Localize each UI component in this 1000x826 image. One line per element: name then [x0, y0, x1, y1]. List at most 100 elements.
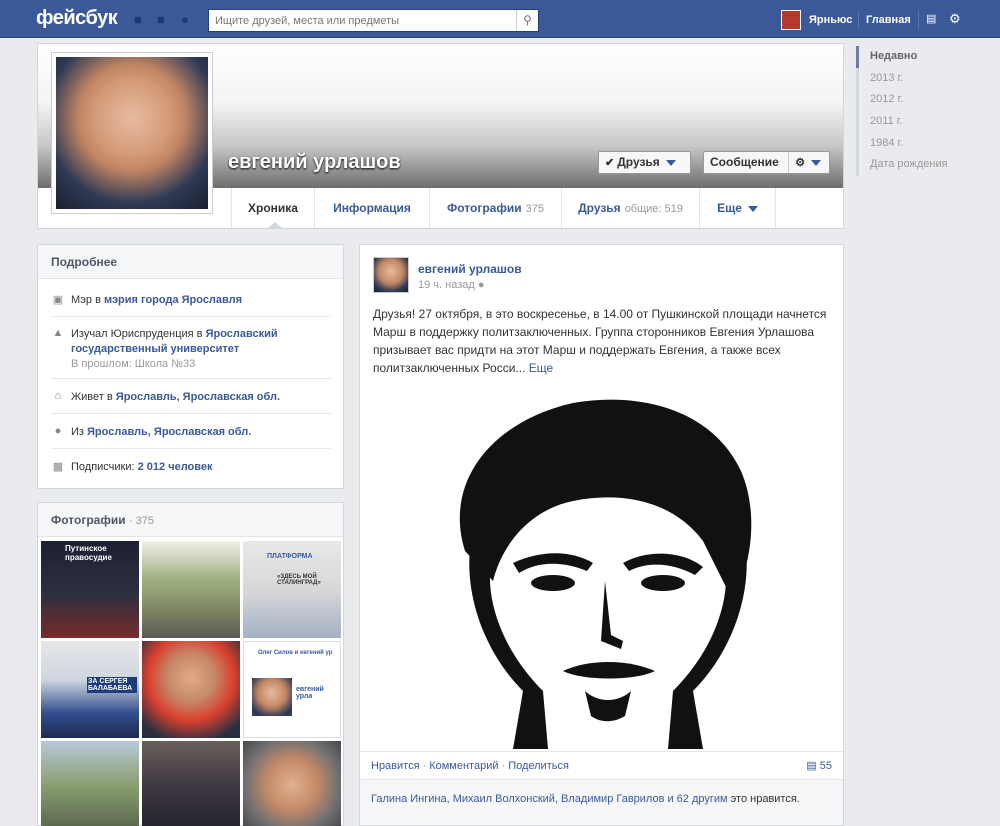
user-name-link[interactable]: Ярньюс — [809, 14, 852, 26]
post-image[interactable] — [373, 391, 833, 749]
gear-icon[interactable]: ⚙ — [949, 11, 961, 27]
search-icon[interactable]: ⚲ — [516, 10, 538, 31]
scrubber-item-2011[interactable]: 2011 г. — [856, 111, 966, 133]
likes-suffix: это нравится. — [730, 793, 800, 805]
like-link[interactable]: Нравится — [371, 760, 420, 772]
topbar-divider — [918, 11, 919, 29]
thumb-caption: Путинское правосудие — [65, 544, 112, 562]
messages-icon[interactable]: ■ — [157, 12, 173, 27]
comment-bubble-icon: ▤ — [806, 760, 817, 772]
profile-picture[interactable] — [51, 52, 213, 214]
post-timestamp: 19 ч. назад ● — [418, 279, 485, 291]
tab-timeline[interactable]: Хроника — [231, 188, 315, 228]
comment-count[interactable]: ▤ 55 — [806, 752, 832, 780]
comment-link[interactable]: Комментарий — [429, 760, 498, 772]
lives-prefix: Живет в — [71, 391, 116, 403]
photo-thumb[interactable]: ЗА СЕРГЕЯ БАЛАБАЕВА — [41, 641, 139, 738]
user-avatar[interactable] — [781, 10, 801, 30]
post-actions-bar: Нравится · Комментарий · Поделиться ▤ 55 — [360, 751, 843, 779]
message-button[interactable]: Сообщение ⚙ — [703, 151, 830, 174]
friends-button[interactable]: ✔ Друзья — [598, 151, 691, 174]
thumb-caption: Олег Силов и евгений ур — [258, 650, 333, 656]
chevron-down-icon — [665, 159, 676, 166]
tab-more[interactable]: Еще — [700, 188, 776, 228]
chevron-down-icon[interactable] — [811, 159, 822, 166]
friend-requests-icon[interactable]: ■ — [134, 12, 150, 27]
timeline-post: евгений урлашов 19 ч. назад ● Друзья! 27… — [359, 244, 844, 826]
gear-icon[interactable]: ⚙ — [795, 157, 805, 169]
about-from: ● Из Ярославль, Ярославская обл. — [51, 425, 331, 449]
photo-thumb[interactable] — [142, 641, 240, 738]
scrubber-item-2012[interactable]: 2012 г. — [856, 89, 966, 112]
tab-photos[interactable]: Фотографии 375 — [430, 188, 562, 228]
scrubber-item-birth[interactable]: Дата рождения — [856, 154, 966, 177]
from-prefix: Из — [71, 426, 88, 438]
comment-count-value: 55 — [819, 760, 832, 772]
see-more-link[interactable]: Еще — [529, 361, 553, 375]
home-link[interactable]: Главная — [866, 14, 911, 26]
edu-prefix: Изучал Юриспруденция в — [71, 328, 206, 340]
tab-photos-count: 375 — [525, 203, 544, 215]
lives-link[interactable]: Ярославль, Ярославская обл. — [116, 391, 280, 403]
check-icon: ✔ — [605, 157, 615, 169]
tab-info[interactable]: Информация — [315, 188, 430, 228]
tab-friends-count: общие: 519 — [624, 203, 683, 215]
photo-thumb[interactable] — [142, 541, 240, 638]
topbar-divider — [858, 11, 859, 29]
share-link[interactable]: Поделиться — [508, 760, 569, 772]
photo-thumb[interactable] — [41, 741, 139, 826]
about-subscribers: ▩ Подписчики: 2 012 человек — [51, 460, 331, 480]
from-link[interactable]: Ярославль, Ярославская обл. — [87, 426, 251, 438]
thumb-avatar — [252, 678, 292, 716]
house-icon: ⌂ — [54, 390, 62, 402]
subs-prefix: Подписчики: — [71, 461, 138, 473]
chevron-down-icon — [747, 205, 758, 212]
photo-thumb[interactable]: Путинское правосудие — [41, 541, 139, 638]
photo-thumb[interactable] — [142, 741, 240, 826]
privacy-lock-icon[interactable]: ▤ — [926, 12, 936, 25]
notifications-globe-icon[interactable]: ● — [181, 12, 197, 27]
photo-thumb[interactable]: ПЛАТФОРМА «ЗДЕСЬ МОЙ СТАЛИНГРАД» — [243, 541, 341, 638]
rss-icon: ▩ — [52, 461, 64, 473]
photo-thumb[interactable]: Олег Силов и евгений ур евгений урла — [243, 641, 341, 738]
thumb-caption: ПЛАТФОРМА — [267, 553, 313, 560]
likers-link[interactable]: Галина Ингина, Михаил Волхонский, Владим… — [371, 793, 728, 805]
photo-thumb[interactable] — [243, 741, 341, 826]
work-link[interactable]: мэрия города Ярославля — [104, 294, 242, 306]
tab-friends[interactable]: Друзья общие: 519 — [562, 188, 700, 228]
globe-icon: ● — [477, 279, 485, 291]
photos-box: Фотографии · 375 Путинское правосудие ПЛ… — [37, 502, 344, 826]
search-box: ⚲ — [208, 9, 539, 32]
briefcase-icon: ▣ — [52, 294, 64, 306]
timeline-scrubber: Недавно 2013 г. 2012 г. 2011 г. 1984 г. … — [856, 46, 966, 177]
subs-link[interactable]: 2 012 человек — [138, 461, 213, 473]
post-likes-summary: Галина Ингина, Михаил Волхонский, Владим… — [360, 779, 843, 825]
tab-more-label: Еще — [717, 201, 742, 215]
tab-friends-label: Друзья — [578, 201, 621, 215]
scrubber-item-2013[interactable]: 2013 г. — [856, 67, 966, 90]
post-time-text[interactable]: 19 ч. назад — [418, 279, 475, 291]
top-bar: фейсбук ■ ■ ● ⚲ Ярньюс Главная ▤ ⚙ — [0, 0, 1000, 38]
separator: · — [501, 760, 506, 772]
friends-button-label: Друзья — [617, 155, 660, 169]
thumb-caption: ЗА СЕРГЕЯ БАЛАБАЕВА — [87, 677, 137, 693]
message-button-label: Сообщение — [710, 155, 779, 169]
location-pin-icon: ● — [54, 425, 62, 437]
tab-photos-label: Фотографии — [447, 201, 522, 215]
post-author-link[interactable]: евгений урлашов — [418, 262, 522, 276]
separator: · — [422, 760, 427, 772]
search-input[interactable] — [209, 10, 509, 31]
scrubber-item-1984[interactable]: 1984 г. — [856, 132, 966, 155]
profile-name[interactable]: евгений урлашов — [228, 151, 401, 174]
scrubber-item-recent[interactable]: Недавно — [856, 46, 966, 68]
about-title: Подробнее — [38, 245, 343, 279]
edu-past: В прошлом: Школа №33 — [71, 358, 196, 370]
work-prefix: Мэр в — [71, 294, 104, 306]
post-author-avatar[interactable] — [373, 257, 409, 293]
facebook-logo[interactable]: фейсбук — [36, 7, 118, 30]
about-education: ▲ Изучал Юриспруденция в Ярославский гос… — [51, 327, 331, 379]
thumb-caption: евгений урла — [296, 686, 324, 700]
photos-title[interactable]: Фотографии — [51, 513, 126, 527]
profile-header: евгений урлашов ✔ Друзья Сообщение ⚙ Хрон… — [37, 43, 844, 229]
about-box: Подробнее ▣ Мэр в мэрия города Ярославля… — [37, 244, 344, 489]
